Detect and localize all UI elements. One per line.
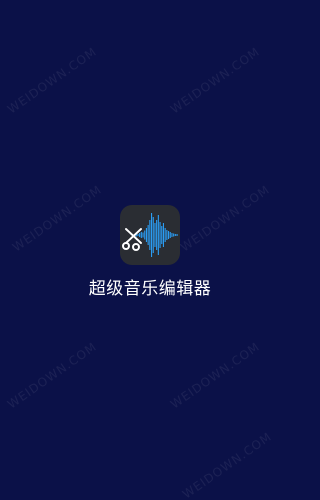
app-logo-icon: [120, 205, 180, 265]
waveform-bar: [169, 232, 171, 238]
waveform-bar: [154, 223, 156, 247]
waveform-bar: [140, 232, 142, 238]
waveform-bar: [171, 233, 173, 237]
waveform-bar: [166, 230, 168, 240]
watermark-text: WEIDOWN.COM: [178, 182, 273, 255]
waveform-bar: [159, 222, 161, 248]
watermark-text: WEIDOWN.COM: [168, 44, 263, 117]
waveform-bar: [157, 215, 159, 255]
waveform-bar: [164, 228, 166, 242]
watermark-text: WEIDOWN.COM: [180, 429, 275, 500]
waveform-bar: [142, 232, 144, 238]
waveform-bar: [139, 233, 141, 237]
waveform-bar: [152, 217, 154, 253]
waveform-bar: [176, 234, 178, 236]
waveform-bar: [156, 220, 158, 250]
splash-screen: WEIDOWN.COM WEIDOWN.COM WEIDOWN.COM WEID…: [0, 0, 300, 500]
watermark-text: WEIDOWN.COM: [168, 339, 263, 412]
audio-waveform-scissors-icon: [122, 213, 178, 257]
waveform-bar: [162, 223, 164, 247]
waveform-bar: [144, 230, 146, 240]
waveform-bar: [137, 234, 139, 236]
waveform-bar: [174, 234, 176, 236]
waveform-bar: [151, 213, 153, 257]
waveform-bar: [173, 233, 175, 237]
waveform-bar: [161, 226, 163, 244]
watermark-text: WEIDOWN.COM: [5, 44, 100, 117]
watermark-text: WEIDOWN.COM: [5, 339, 100, 412]
app-name: 超级音乐编辑器: [88, 279, 212, 299]
watermark-text: WEIDOWN.COM: [10, 182, 105, 255]
waveform-bar: [168, 231, 170, 239]
waveform-bar: [149, 220, 151, 250]
waveform-bar: [145, 228, 147, 242]
waveform-bar: [147, 225, 149, 245]
